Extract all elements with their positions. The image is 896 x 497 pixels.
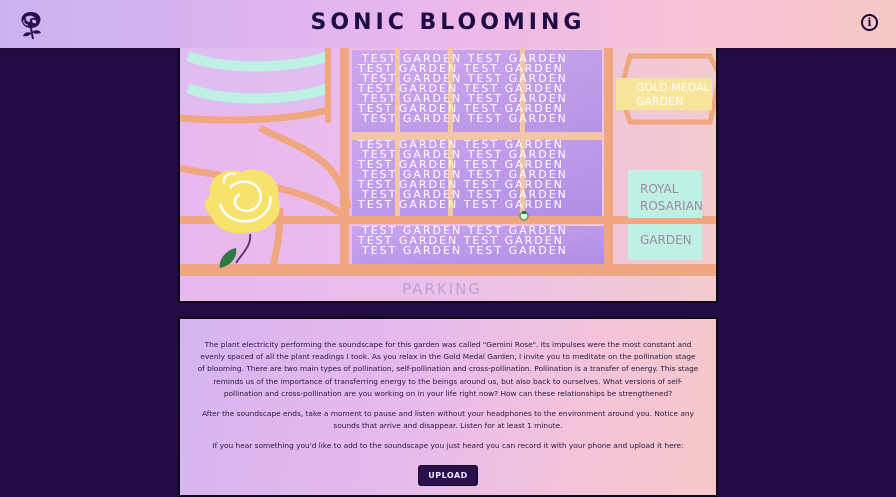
description-paragraph: The plant electricity performing the sou… [197, 340, 699, 398]
instruction-paragraph: After the soundscape ends, take a moment… [202, 409, 694, 431]
upload-prompt-text: If you hear something you'd like to add … [212, 441, 684, 451]
content-card: The plant electricity performing the sou… [178, 317, 718, 497]
parking-label: PARKING [402, 280, 482, 298]
app-title: SONIC BLOOMING [310, 10, 586, 35]
test-garden-label: TEST GARDEN TEST GARDEN [361, 112, 568, 125]
gold-medal-label-2: GARDEN [636, 95, 683, 108]
upload-button[interactable]: UPLOAD [418, 464, 478, 486]
royal-rosarian-label-2: ROSARIAN [640, 199, 703, 213]
test-garden-label: TEST GARDEN TEST GARDEN [357, 198, 564, 211]
test-garden-area: TEST GARDEN TEST GARDEN TEST GARDEN TEST … [352, 48, 604, 264]
garden-map[interactable]: TEST GARDEN TEST GARDEN TEST GARDEN TEST … [178, 48, 718, 303]
app-header: SONIC BLOOMING i [0, 0, 896, 48]
gold-medal-label-1: GOLD MEDAL [636, 81, 711, 94]
test-garden-label: TEST GARDEN TEST GARDEN [361, 244, 568, 257]
garden-label: GARDEN [640, 233, 692, 247]
royal-rosarian-label-1: ROYAL [640, 182, 679, 196]
info-icon[interactable]: i [861, 14, 878, 31]
